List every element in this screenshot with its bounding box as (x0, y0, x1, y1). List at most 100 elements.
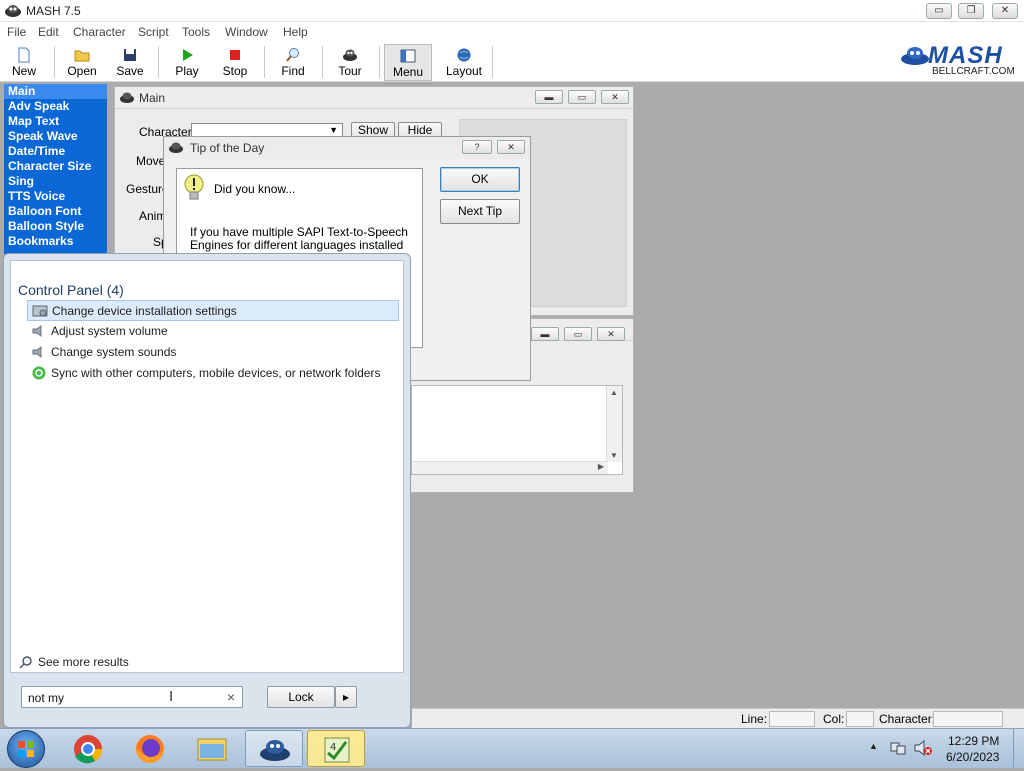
taskbar: 4 ▲ 12:29 PM 6/20/2023 (0, 728, 1024, 768)
nav-item-bookmarks[interactable]: Bookmarks (4, 234, 107, 249)
close-button[interactable]: ✕ (992, 3, 1018, 19)
script-close-button[interactable]: ✕ (597, 327, 625, 341)
search-results-panel: Control Panel (4) Change device installa… (10, 260, 404, 673)
menu-edit[interactable]: Edit (38, 25, 59, 39)
toolbar: New Open Save Play Stop Find Tour Menu L… (0, 42, 1024, 82)
start-search-input[interactable]: not my I × (21, 686, 243, 708)
firefox-taskbar-item[interactable] (121, 730, 179, 767)
mash-dialog-icon (169, 142, 183, 153)
nav-item-balloon-font[interactable]: Balloon Font (4, 204, 107, 219)
volume-muted-icon[interactable] (913, 739, 933, 757)
start-button[interactable] (7, 730, 45, 768)
see-more-results-link[interactable]: See more results (19, 654, 139, 670)
play-icon (183, 49, 193, 61)
clear-search-icon[interactable]: × (227, 689, 235, 705)
app-title-bar: MASH 7.5 ▭ ❐ ✕ (0, 0, 1024, 22)
nav-item-adv-speak[interactable]: Adv Speak (4, 99, 107, 114)
nav-item-main[interactable]: Main (4, 84, 107, 99)
nav-item-speak-wave[interactable]: Speak Wave (4, 129, 107, 144)
script-maximize-button[interactable]: ▭ (564, 327, 592, 341)
agent-app-icon: 4 (324, 737, 350, 763)
lock-button[interactable]: Lock (267, 686, 335, 708)
status-col-label: Col: (823, 712, 845, 726)
mash-taskbar-item[interactable] (245, 730, 303, 767)
nav-item-tts-voice[interactable]: TTS Voice (4, 189, 107, 204)
explorer-taskbar-item[interactable] (183, 730, 241, 767)
play-button[interactable]: Play (167, 44, 207, 81)
layout-button[interactable]: Layout (441, 44, 487, 81)
mash-logo-icon (901, 47, 929, 65)
next-tip-button[interactable]: Next Tip (440, 199, 520, 224)
save-button[interactable]: Save (110, 44, 150, 81)
main-close-button[interactable]: ✕ (601, 90, 629, 104)
find-button[interactable]: Find (273, 44, 313, 81)
status-character-label: Character: (879, 712, 936, 726)
toolbar-separator (54, 46, 55, 78)
status-line-label: Line: (741, 712, 768, 726)
clock-date[interactable]: 6/20/2023 (946, 750, 999, 764)
open-folder-icon (74, 50, 90, 62)
search-icon (19, 656, 32, 669)
minimize-button[interactable]: ▭ (926, 3, 952, 19)
nav-item-balloon-style[interactable]: Balloon Style (4, 219, 107, 234)
agent-taskbar-item[interactable]: 4 (307, 730, 365, 767)
menu-toggle-button[interactable]: Menu (384, 44, 432, 81)
ok-button[interactable]: OK (440, 167, 520, 192)
status-line-value (769, 711, 815, 727)
show-hidden-icons-arrow[interactable]: ▲ (869, 741, 878, 751)
nav-item-date-time[interactable]: Date/Time (4, 144, 107, 159)
script-minimize-button[interactable]: ▬ (531, 327, 559, 341)
clock-time[interactable]: 12:29 PM (948, 734, 999, 748)
vertical-scrollbar[interactable]: ▲ ▼ (606, 386, 622, 462)
network-icon[interactable] (889, 740, 907, 756)
tip-dialog-titlebar: Tip of the Day ? ✕ (164, 137, 530, 159)
chrome-taskbar-item[interactable] (59, 730, 117, 767)
main-window-titlebar: Main ▬ ▭ ✕ (115, 87, 633, 109)
speaker-icon (32, 325, 42, 337)
open-button[interactable]: Open (62, 44, 102, 81)
menu-file[interactable]: File (7, 25, 26, 39)
tour-button[interactable]: Tour (330, 44, 370, 81)
result-adjust-system-volume[interactable]: Adjust system volume (27, 321, 399, 342)
tip-close-button[interactable]: ✕ (497, 140, 525, 154)
menu-script[interactable]: Script (138, 25, 169, 39)
brand-url: BELLCRAFT.COM (932, 66, 1015, 77)
new-button[interactable]: New (4, 44, 44, 81)
nav-item-map-text[interactable]: Map Text (4, 114, 107, 129)
scroll-up-icon: ▲ (610, 388, 618, 397)
speaker-icon (32, 346, 42, 358)
menu-window[interactable]: Window (225, 25, 268, 39)
result-change-system-sounds[interactable]: Change system sounds (27, 342, 399, 363)
stop-button[interactable]: Stop (215, 44, 255, 81)
chevron-down-icon: ▼ (329, 125, 338, 135)
restore-button[interactable]: ❐ (958, 3, 984, 19)
result-change-device-installation-settings[interactable]: Change device installation settings (27, 300, 399, 321)
move-label: Move (136, 154, 166, 168)
menu-tools[interactable]: Tools (182, 25, 210, 39)
folder-icon (197, 738, 227, 761)
chrome-icon (74, 735, 102, 764)
tour-icon (343, 49, 357, 61)
nav-item-sing[interactable]: Sing (4, 174, 107, 189)
main-maximize-button[interactable]: ▭ (568, 90, 596, 104)
menu-help[interactable]: Help (283, 25, 308, 39)
scroll-down-icon: ▼ (610, 451, 618, 460)
toolbar-separator (322, 46, 323, 78)
script-editor[interactable]: ▲ ▼ ▶ (411, 385, 623, 475)
search-input-value: not my (28, 691, 65, 705)
stop-icon (230, 50, 240, 60)
status-character-value (933, 711, 1003, 727)
status-col-value (846, 711, 874, 727)
tip-help-button[interactable]: ? (462, 140, 492, 154)
horizontal-scrollbar[interactable]: ▶ (412, 461, 608, 474)
lock-options-arrow[interactable]: ▸ (335, 686, 357, 708)
app-title: MASH 7.5 (26, 4, 81, 18)
show-desktop-button[interactable] (1013, 729, 1024, 768)
start-menu: Control Panel (4) Change device installa… (3, 253, 411, 728)
text-cursor-icon: I (169, 688, 174, 705)
menu-character[interactable]: Character (73, 25, 126, 39)
nav-item-character-size[interactable]: Character Size (4, 159, 107, 174)
result-sync-center[interactable]: Sync with other computers, mobile device… (27, 363, 399, 384)
scroll-right-icon: ▶ (597, 462, 604, 471)
main-minimize-button[interactable]: ▬ (535, 90, 563, 104)
